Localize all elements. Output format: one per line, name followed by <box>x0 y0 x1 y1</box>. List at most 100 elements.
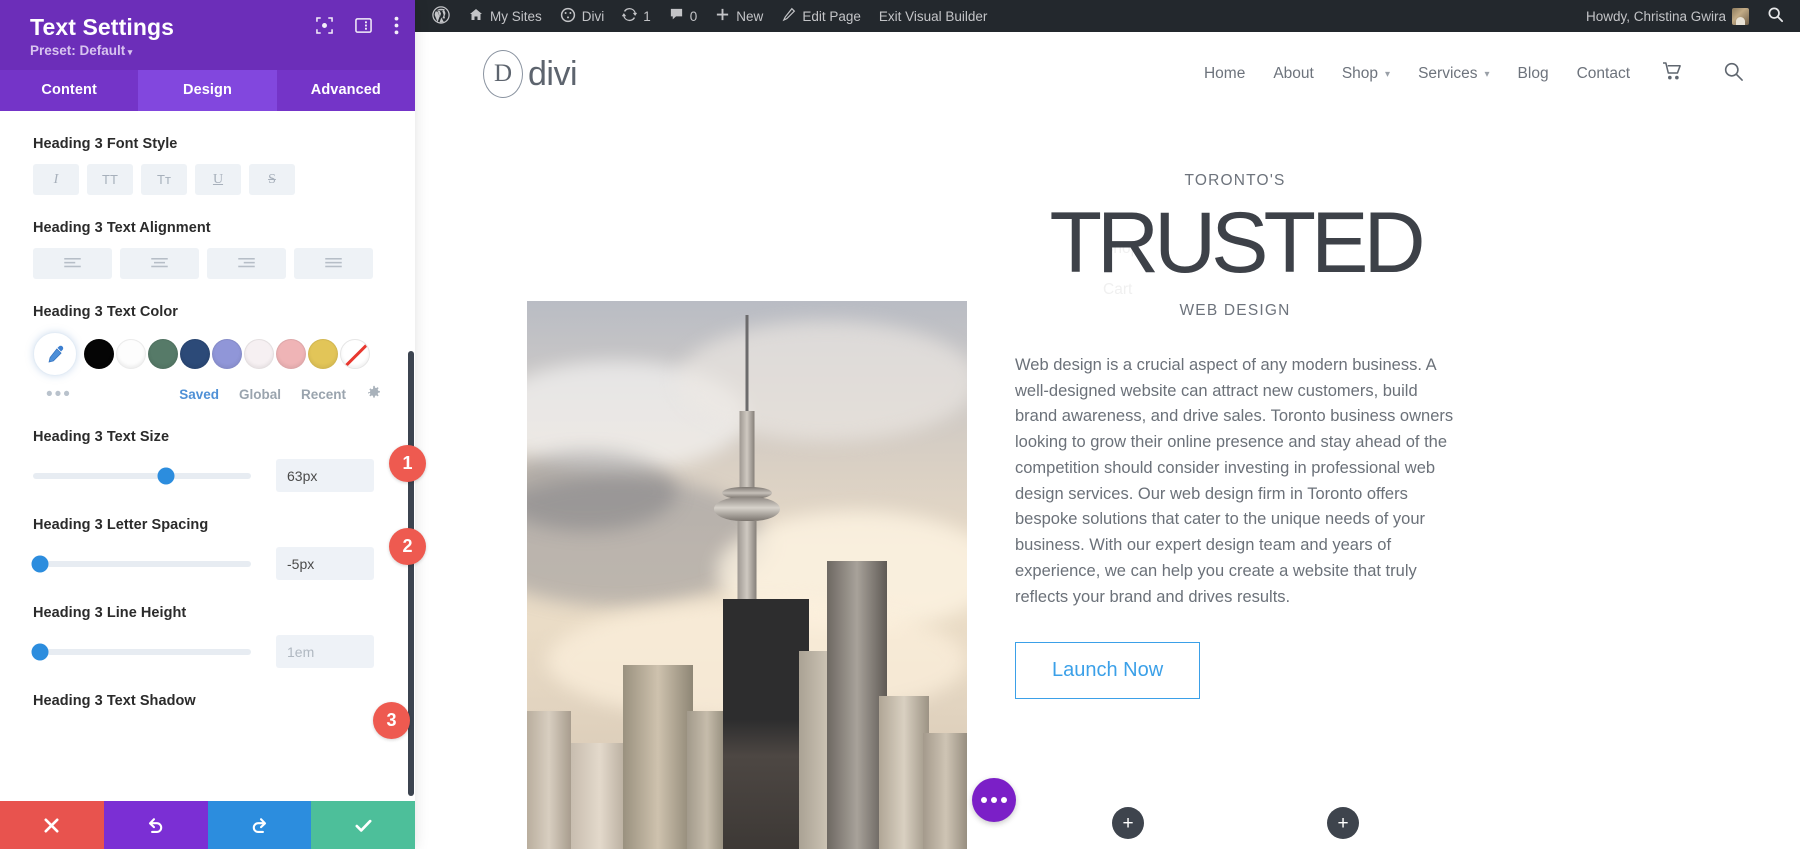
color-tab-saved[interactable]: Saved <box>179 387 219 402</box>
undo-button[interactable] <box>104 801 208 849</box>
field-font-style: Heading 3 Font Style I TT Tᴛ U S <box>33 111 382 195</box>
swatch-navy[interactable] <box>180 339 210 369</box>
align-justify-icon <box>325 258 342 269</box>
wp-new-item[interactable]: New <box>706 0 772 32</box>
align-left-toggle[interactable] <box>33 248 112 279</box>
nav-item-home[interactable]: Home <box>1204 65 1245 83</box>
site-preview: My Sites Divi 1 0 <box>415 0 1800 849</box>
align-center-toggle[interactable] <box>120 248 199 279</box>
letter-spacing-input[interactable]: -5px <box>276 547 374 580</box>
hero-paragraph: Web design is a crucial aspect of any mo… <box>1015 353 1455 610</box>
strikethrough-toggle[interactable]: S <box>249 164 295 195</box>
tab-design[interactable]: Design <box>138 70 276 111</box>
callout-badge-3: 3 <box>373 702 410 739</box>
swatch-periwinkle[interactable] <box>212 339 242 369</box>
settings-panel-body: Heading 3 Font Style I TT Tᴛ U S Heading… <box>0 111 415 801</box>
nav-label: Contact <box>1577 65 1630 83</box>
field-letter-spacing: Heading 3 Letter Spacing -5px <box>33 492 382 580</box>
field-label: Heading 3 Text Shadow <box>33 693 382 709</box>
swatch-white[interactable] <box>116 339 146 369</box>
module-settings-fab[interactable] <box>972 778 1016 822</box>
smallcaps-toggle[interactable]: Tᴛ <box>141 164 187 195</box>
discard-button[interactable] <box>0 801 104 849</box>
tab-advanced[interactable]: Advanced <box>277 70 415 111</box>
wp-greeting-label: Howdy, Christina Gwira <box>1586 9 1726 24</box>
align-justify-toggle[interactable] <box>294 248 373 279</box>
site-logo[interactable]: D divi <box>483 50 577 98</box>
preset-selector[interactable]: Preset: Default ▾ <box>30 43 395 58</box>
wp-edit-page-item[interactable]: Edit Page <box>772 0 870 32</box>
wp-my-sites-label: My Sites <box>490 9 542 24</box>
layout-toggle-icon[interactable] <box>355 17 372 39</box>
slider-knob[interactable] <box>31 643 48 660</box>
color-meta-row: ••• Saved Global Recent <box>33 385 382 404</box>
sites-house-icon <box>468 7 484 26</box>
wp-divi-item[interactable]: Divi <box>551 0 614 32</box>
align-left-icon <box>64 258 81 269</box>
nav-item-contact[interactable]: Contact <box>1577 65 1630 83</box>
focus-target-icon[interactable] <box>316 17 333 39</box>
letter-spacing-slider-row: -5px <box>33 547 382 580</box>
italic-toggle[interactable]: I <box>33 164 79 195</box>
kebab-menu-icon[interactable] <box>394 16 399 40</box>
underline-toggle[interactable]: U <box>195 164 241 195</box>
align-right-icon <box>238 258 255 269</box>
cart-button[interactable] <box>1662 62 1683 86</box>
nav-item-shop[interactable]: Shop ▾ <box>1342 65 1390 83</box>
hero-text-module: TORONTO'S TRUSTED WEB DESIGN Web design … <box>1015 172 1455 699</box>
divi-gauge-icon <box>560 7 576 26</box>
tab-content[interactable]: Content <box>0 70 138 111</box>
swatch-gold[interactable] <box>308 339 338 369</box>
add-module-right[interactable]: + <box>1327 807 1359 839</box>
text-size-input[interactable]: 63px <box>276 459 374 492</box>
redo-button[interactable] <box>208 801 312 849</box>
line-height-slider[interactable] <box>33 649 251 655</box>
logo-wordmark: divi <box>528 55 577 94</box>
avatar <box>1732 8 1749 25</box>
callout-badge-1: 1 <box>389 445 426 482</box>
uppercase-toggle[interactable]: TT <box>87 164 133 195</box>
site-search-button[interactable] <box>1723 61 1744 87</box>
nav-item-services[interactable]: Services ▾ <box>1418 65 1489 83</box>
wp-exit-vb-label: Exit Visual Builder <box>879 9 988 24</box>
hero-image <box>527 301 967 849</box>
slider-knob[interactable] <box>31 555 48 572</box>
wp-divi-label: Divi <box>582 9 605 24</box>
save-button[interactable] <box>311 801 415 849</box>
wp-search-button[interactable] <box>1758 0 1800 32</box>
field-text-shadow: Heading 3 Text Shadow <box>33 668 382 709</box>
letter-spacing-slider[interactable] <box>33 561 251 567</box>
add-module-left[interactable]: + <box>1112 807 1144 839</box>
field-label: Heading 3 Line Height <box>33 605 382 621</box>
search-icon <box>1723 61 1744 87</box>
slider-knob[interactable] <box>157 467 174 484</box>
wp-exit-visual-builder-item[interactable]: Exit Visual Builder <box>870 0 997 32</box>
gear-icon[interactable] <box>366 385 382 404</box>
nav-item-about[interactable]: About <box>1273 65 1314 83</box>
swatch-black[interactable] <box>84 339 114 369</box>
settings-action-bar <box>0 801 415 849</box>
wp-account-item[interactable]: Howdy, Christina Gwira <box>1577 0 1758 32</box>
wp-logo-item[interactable] <box>423 0 459 32</box>
swatch-offwhite[interactable] <box>244 339 274 369</box>
wp-my-sites-item[interactable]: My Sites <box>459 0 551 32</box>
text-size-slider[interactable] <box>33 473 251 479</box>
redo-arrow-icon <box>250 816 269 835</box>
swatch-none[interactable] <box>340 339 370 369</box>
line-height-input[interactable]: 1em <box>276 635 374 668</box>
more-colors-icon[interactable]: ••• <box>33 385 72 404</box>
color-tab-recent[interactable]: Recent <box>301 387 346 402</box>
align-right-toggle[interactable] <box>207 248 286 279</box>
ellipsis-module-icon <box>1001 797 1007 803</box>
wp-comments-item[interactable]: 0 <box>660 0 707 32</box>
wp-updates-item[interactable]: 1 <box>613 0 660 32</box>
italic-glyph: I <box>54 172 59 188</box>
hero-eyebrow-bottom: WEB DESIGN <box>1015 302 1455 320</box>
color-tab-global[interactable]: Global <box>239 387 281 402</box>
swatch-green[interactable] <box>148 339 178 369</box>
swatch-pink[interactable] <box>276 339 306 369</box>
nav-item-blog[interactable]: Blog <box>1518 65 1549 83</box>
scrollbar-thumb[interactable] <box>408 351 414 796</box>
color-picker-button[interactable] <box>33 332 77 376</box>
launch-now-button[interactable]: Launch Now <box>1015 642 1200 699</box>
